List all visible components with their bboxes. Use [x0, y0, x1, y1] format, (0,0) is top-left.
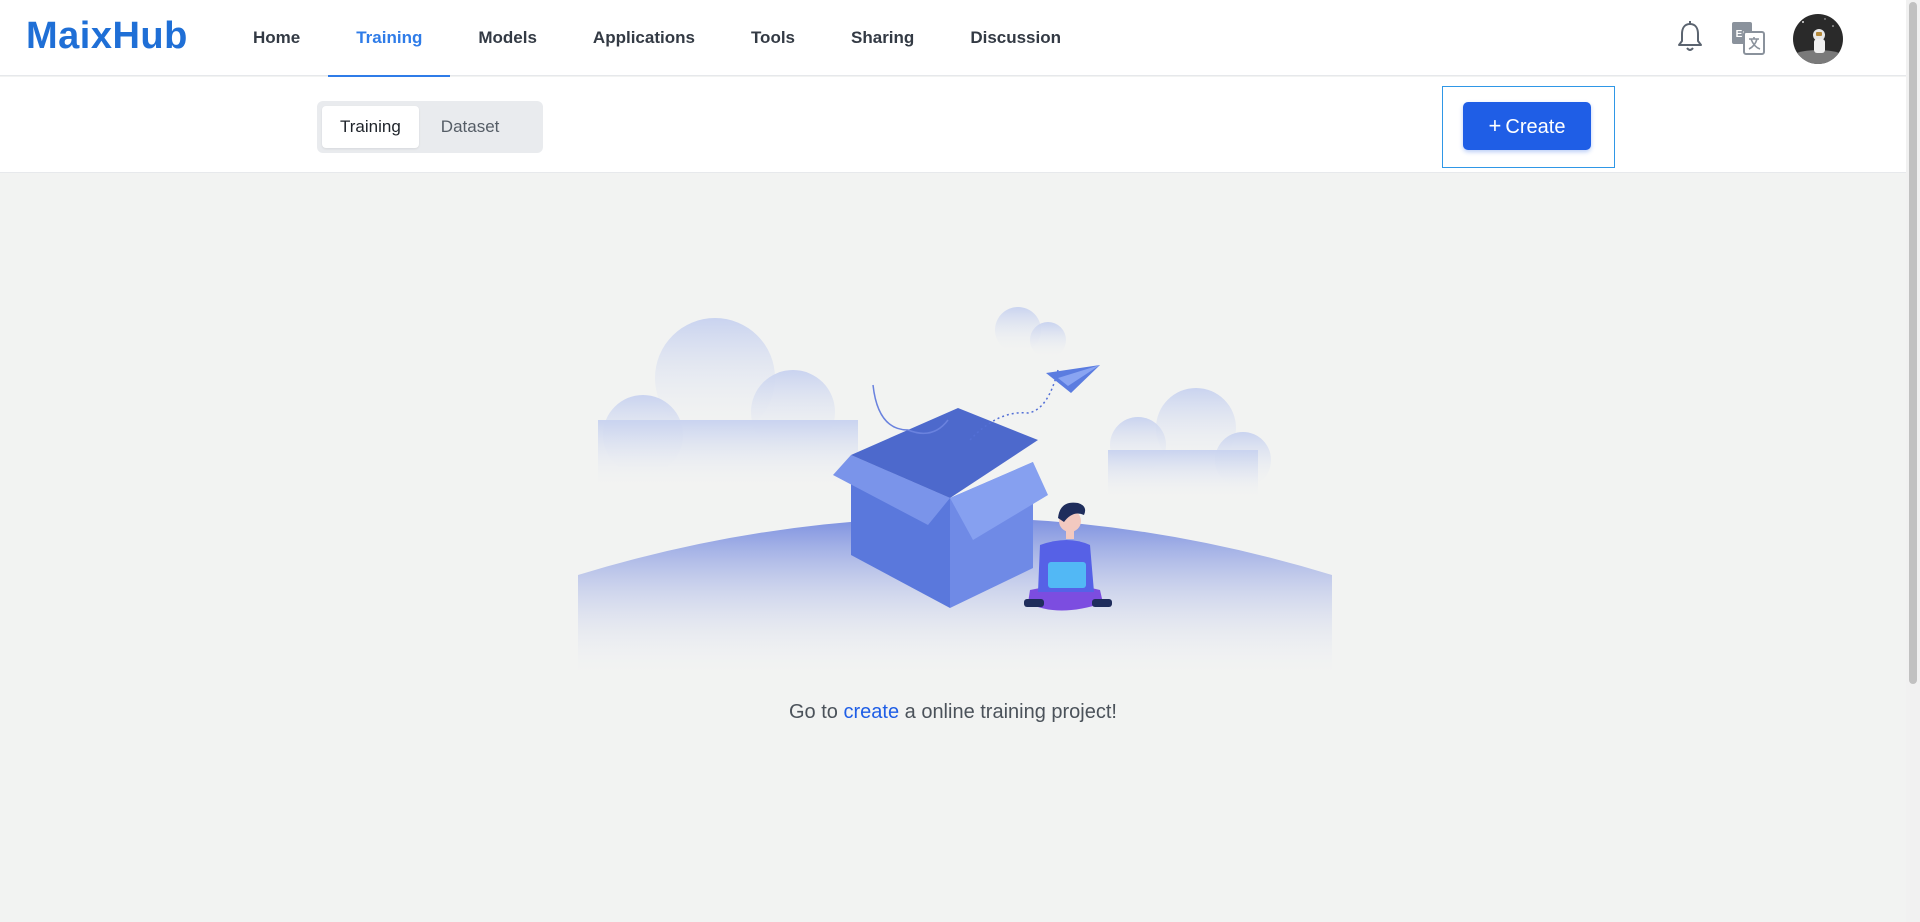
avatar-image [1793, 14, 1843, 64]
nav-sharing[interactable]: Sharing [823, 0, 942, 76]
create-link[interactable]: create [843, 701, 899, 723]
training-dataset-switch: Training Dataset [317, 101, 543, 153]
empty-state-suffix: a online training project! [899, 701, 1117, 723]
main-nav: Home Training Models Applications Tools … [225, 0, 1089, 77]
empty-state-prefix: Go to [789, 701, 844, 723]
nav-applications[interactable]: Applications [565, 0, 723, 76]
create-button[interactable]: + Create [1463, 102, 1591, 150]
tab-training[interactable]: Training [322, 106, 419, 148]
tab-dataset[interactable]: Dataset [423, 106, 518, 148]
page-scrollbar[interactable] [1906, 0, 1920, 922]
scrollbar-thumb[interactable] [1909, 2, 1917, 684]
sub-toolbar: Training Dataset + Create [0, 77, 1906, 173]
nav-tools[interactable]: Tools [723, 0, 823, 76]
cloud-right [1108, 388, 1271, 500]
top-navigation-bar: MaixHub Home Training Models Application… [0, 0, 1906, 77]
nav-home[interactable]: Home [225, 0, 328, 76]
language-icon[interactable]: En [1730, 20, 1766, 56]
nav-training[interactable]: Training [328, 0, 451, 77]
nav-discussion[interactable]: Discussion [942, 0, 1089, 76]
paper-plane-icon [1046, 365, 1100, 393]
avatar[interactable] [1793, 14, 1843, 64]
empty-state-illustration [578, 307, 1332, 680]
nav-models[interactable]: Models [450, 0, 565, 76]
plus-icon: + [1488, 113, 1502, 138]
cloud-left [598, 318, 858, 490]
create-button-focus-frame: + Create [1442, 86, 1615, 168]
cloud-small [995, 307, 1066, 358]
bell-icon[interactable] [1675, 20, 1705, 54]
maixhub-logo[interactable]: MaixHub [26, 14, 188, 58]
create-button-label: Create [1505, 116, 1566, 138]
empty-state-message: Go to create a online training project! [0, 701, 1906, 724]
